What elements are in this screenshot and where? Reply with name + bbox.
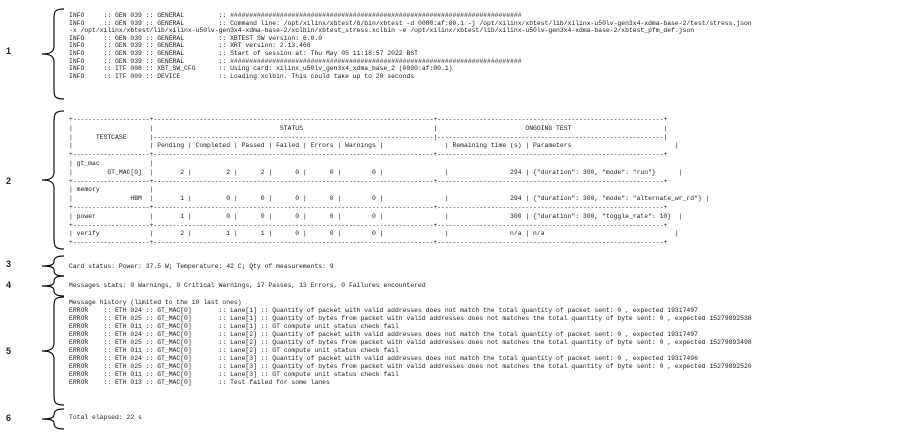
message-line: ERROR :: ETH 025 :: GT_MAC[0] :: Lane[3]…	[69, 363, 752, 370]
section-number-1: 1	[6, 46, 12, 56]
table-row: | verify | 2 | 1 | 1 | 0 | 0 | 0 | | n/a…	[69, 230, 679, 238]
table-row: | gt_mac |	[69, 159, 154, 167]
message-line: ERROR :: ETH 025 :: GT_MAC[0] :: Lane[1]…	[69, 315, 752, 322]
table-row: | TESTCASE |----------------------------…	[69, 133, 668, 141]
status-table: +--------------------+------------------…	[69, 116, 709, 248]
message-line: Message history (limited to the 10 last …	[69, 299, 242, 306]
log-line: INFO :: GEN 039 :: GENERAL :: Command li…	[69, 19, 752, 27]
section-number-6: 6	[6, 413, 12, 423]
brace-section-4	[36, 275, 66, 297]
section-number-3: 3	[6, 259, 12, 269]
section-number-5: 5	[6, 346, 12, 356]
section-number-4: 4	[6, 280, 12, 290]
brace-section-2	[36, 110, 66, 250]
brace-section-5	[36, 296, 66, 406]
message-line: ERROR :: ETH 025 :: GT_MAC[0] :: Lane[2]…	[69, 339, 752, 346]
log-line: INFO :: ITF 008 :: XBT_SW_CFG :: Using c…	[69, 65, 453, 73]
log-line: INFO :: GEN 039 :: GENERAL :: Start of s…	[69, 49, 418, 57]
table-row: +--------------------+------------------…	[69, 203, 668, 211]
message-history: Message history (limited to the 10 last …	[69, 299, 752, 387]
table-row: +--------------------+------------------…	[69, 239, 668, 247]
section-number-2: 2	[6, 176, 12, 186]
table-row: | memory |	[69, 186, 154, 194]
table-row: +--------------------+------------------…	[69, 177, 668, 185]
message-line: ERROR :: ETH 013 :: GT_MAC[0] :: Test fa…	[69, 379, 330, 386]
brace-section-3	[36, 255, 66, 277]
total-elapsed-line: Total elapsed: 22 s	[69, 414, 142, 421]
table-row: +--------------------+------------------…	[69, 151, 668, 159]
log-line: INFO :: GEN 039 :: GENERAL :: ##########…	[69, 12, 522, 19]
table-row: | | Pending | Completed | Passed | Faile…	[69, 142, 679, 150]
table-row: | GT_MAC[0] | 2 | 2 | 2 | 0 | 0 | 0 | | …	[69, 168, 683, 176]
brace-section-1	[36, 8, 66, 100]
table-row: | HBM | 1 | 0 | 0 | 0 | 0 | 0 | | 294 | …	[69, 195, 710, 203]
brace-section-6	[36, 408, 66, 430]
log-line: INFO :: ITF 009 :: DEVICE :: Loading xcl…	[69, 72, 415, 80]
message-line: ERROR :: ETH 011 :: GT_MAC[0] :: Lane[3]…	[69, 371, 399, 378]
header-log: INFO :: GEN 039 :: GENERAL :: ##########…	[69, 12, 752, 80]
message-line: ERROR :: ETH 024 :: GT_MAC[0] :: Lane[1]…	[69, 307, 698, 314]
message-line: ERROR :: ETH 011 :: GT_MAC[0] :: Lane[2]…	[69, 347, 399, 354]
card-status-line: Card status: Power: 37.5 W; Temperature:…	[69, 263, 334, 270]
table-row: +--------------------+------------------…	[69, 116, 668, 123]
table-row: +--------------------+------------------…	[69, 221, 668, 229]
table-row: | power | 1 | 0 | 0 | 0 | 0 | 0 | | 300 …	[69, 212, 683, 220]
log-line: INFO :: GEN 039 :: GENERAL :: XRT versio…	[69, 42, 311, 50]
message-line: ERROR :: ETH 024 :: GT_MAC[0] :: Lane[2]…	[69, 331, 698, 338]
log-line: INFO :: GEN 039 :: GENERAL :: ##########…	[69, 57, 522, 65]
log-line: INFO :: GEN 039 :: GENERAL :: XBTEST SW …	[69, 34, 323, 42]
message-line: ERROR :: ETH 024 :: GT_MAC[0] :: Lane[3]…	[69, 355, 698, 362]
message-line: ERROR :: ETH 011 :: GT_MAC[0] :: Lane[1]…	[69, 323, 399, 330]
messages-stats-line: Messages stats: 0 Warnings, 0 Critical W…	[69, 282, 426, 289]
log-line: -x /opt/xilinx/xbtest/lib/xilinx-u50lv-g…	[69, 27, 695, 35]
table-row: | | STATUS | ONGOING TEST |	[69, 124, 668, 132]
